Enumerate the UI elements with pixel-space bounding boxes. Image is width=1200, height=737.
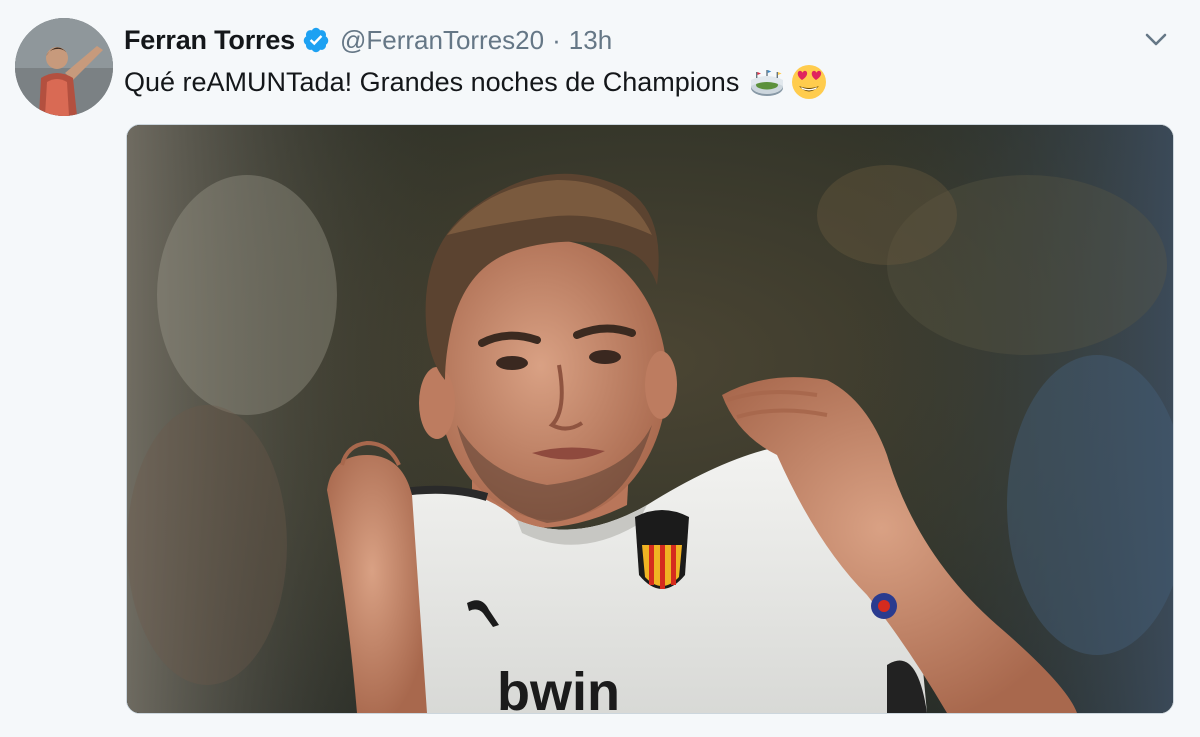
shirt-sponsor-text: bwin [497,662,620,713]
more-options-chevron-down-icon[interactable] [1142,26,1170,52]
heart-eyes-emoji-icon [791,64,827,100]
avatar-photo [15,18,113,116]
tweet-text-content: Qué reAMUNTada! Grandes noches de Champi… [124,66,740,97]
tweet-timestamp[interactable]: 13h [569,25,612,56]
header-separator: · [552,24,561,55]
tweet-photo[interactable]: bwin [126,124,1174,714]
tweet-header: Ferran Torres @FerranTorres20 · 13h [124,22,612,58]
verified-badge-icon [302,26,330,54]
display-name[interactable]: Ferran Torres [124,25,295,56]
tweet-text: Qué reAMUNTada! Grandes noches de Champi… [124,64,827,100]
stadium-emoji-icon [749,64,785,100]
profile-avatar[interactable] [15,18,113,116]
tweet[interactable]: Ferran Torres @FerranTorres20 · 13h Qué … [0,0,1200,737]
player-photo: bwin [127,125,1173,713]
user-handle[interactable]: @FerranTorres20 [340,25,544,56]
